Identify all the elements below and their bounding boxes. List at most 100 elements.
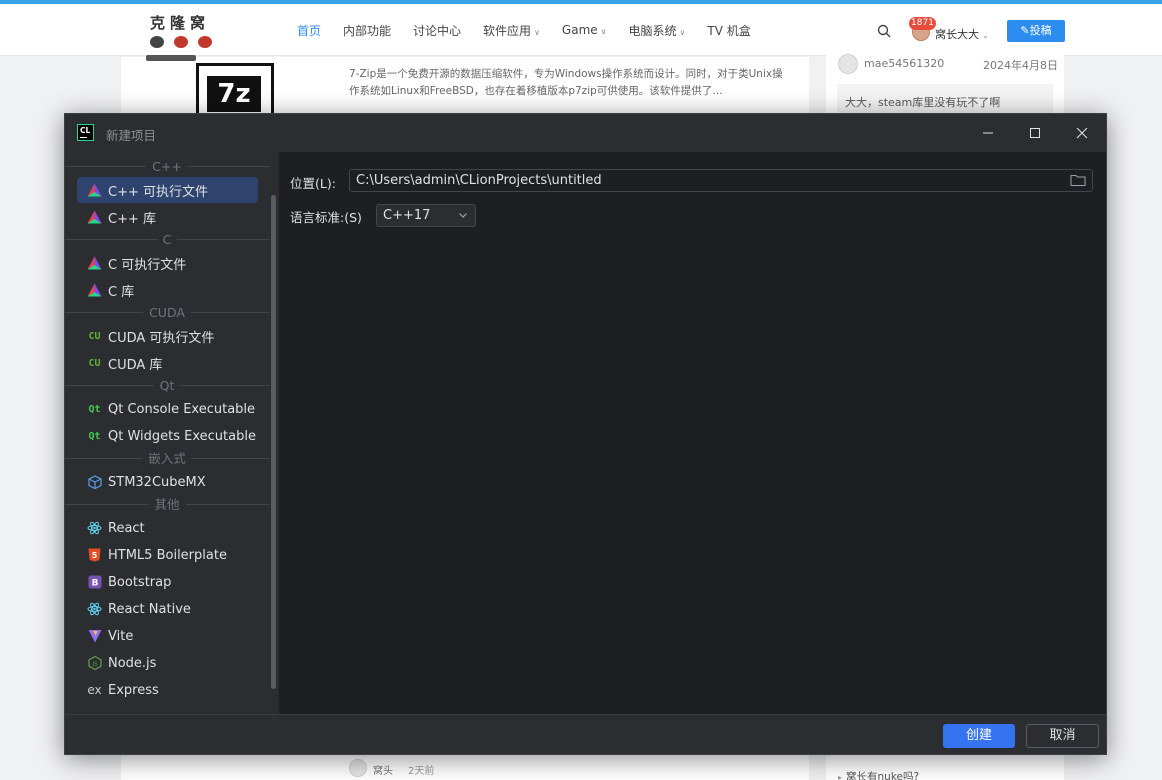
language-standard-label: 语言标准:(S) <box>290 210 362 225</box>
chevron-down-icon: ⌄ <box>982 31 989 40</box>
user-menu[interactable]: 窝长大大 ⌄ <box>935 26 989 42</box>
category-header: 其他 <box>65 496 269 513</box>
site-nav: 首页 内部功能 讨论中心 软件应用 ∨ Game ∨ 电脑系统 ∨ TV 机盒 <box>286 4 762 56</box>
minimize-button[interactable] <box>965 114 1011 152</box>
nav-item[interactable]: 软件应用 ∨ <box>483 22 540 39</box>
project-type-item[interactable]: JS Node.js <box>77 650 258 676</box>
react-icon <box>87 521 102 536</box>
project-type-label: C++ 库 <box>108 211 156 227</box>
article-thumbnail[interactable]: 7z <box>196 63 274 115</box>
category-label: C++ <box>146 159 188 174</box>
project-type-label: Node.js <box>108 655 157 671</box>
project-type-item[interactable]: ex Express <box>77 677 258 703</box>
project-type-label: React Native <box>108 601 191 617</box>
project-type-item[interactable]: CU CUDA 库 <box>77 350 258 376</box>
create-button[interactable]: 创建 <box>943 724 1015 748</box>
project-type-label: CUDA 库 <box>108 357 163 373</box>
project-type-item[interactable]: C 库 <box>77 277 258 303</box>
project-type-label: C 可执行文件 <box>108 257 187 273</box>
project-type-item[interactable]: Qt Qt Console Executable <box>77 396 258 422</box>
post-button[interactable]: ✎投稿 <box>1007 20 1065 42</box>
project-type-item[interactable]: C++ 可执行文件 <box>77 177 258 203</box>
category-label: 嵌入式 <box>142 451 192 466</box>
project-type-item[interactable]: React <box>77 515 258 541</box>
nav-item-label: TV 机盒 <box>707 23 751 38</box>
comment-date: 2024年4月8日 <box>983 59 1058 72</box>
cancel-button[interactable]: 取消 <box>1026 724 1099 748</box>
category-label: CUDA <box>143 305 191 320</box>
article-excerpt[interactable]: 7-Zip是一个免费开源的数据压缩软件，专为Windows操作系统而设计。同时，… <box>349 66 789 100</box>
clion-triangle-icon <box>87 183 102 198</box>
project-type-item[interactable]: STM32CubeMX <box>77 469 258 495</box>
project-type-item[interactable]: Vite <box>77 623 258 649</box>
project-type-label: C 库 <box>108 284 135 300</box>
project-type-label: HTML5 Boilerplate <box>108 547 227 563</box>
dialog-footer: 创建 取消 <box>65 714 1106 754</box>
edit-icon: ✎ <box>1020 24 1030 37</box>
nav-item[interactable]: 电脑系统 ∨ <box>629 22 686 39</box>
app-icon-text: CL <box>80 126 91 135</box>
bootstrap-icon: B <box>87 575 102 590</box>
maximize-icon <box>1030 128 1040 138</box>
location-label: 位置(L): <box>290 176 336 191</box>
folder-icon[interactable] <box>1070 173 1086 187</box>
project-type-item[interactable]: C++ 库 <box>77 204 258 230</box>
nav-item[interactable]: 讨论中心 <box>413 22 461 39</box>
nav-item-label: 内部功能 <box>343 23 392 38</box>
project-type-item[interactable]: CU CUDA 可执行文件 <box>77 323 258 349</box>
avatar <box>838 54 858 74</box>
nav-item[interactable]: TV 机盒 <box>707 22 750 39</box>
site-logo-text: 克隆窝 <box>150 14 211 32</box>
bug-icon <box>150 36 164 48</box>
post-author[interactable]: 窝头 <box>373 762 393 777</box>
project-type-label: Qt Console Executable <box>108 401 256 417</box>
category-header: Qt <box>65 377 269 394</box>
project-type-label: C++ 可执行文件 <box>108 184 208 200</box>
project-settings-panel: 位置(L): C:\Users\admin\CLionProjects\unti… <box>279 152 1106 714</box>
chevron-down-icon: ∨ <box>534 27 540 37</box>
bug-icon <box>198 36 212 48</box>
nav-item-label: 首页 <box>297 23 322 38</box>
category-label: C <box>156 232 178 247</box>
project-type-item[interactable]: B Bootstrap <box>77 569 258 595</box>
project-type-label: Vite <box>108 628 134 644</box>
clion-triangle-icon <box>87 256 102 271</box>
nav-item[interactable]: 首页 <box>297 22 321 39</box>
nav-item-label: Game <box>561 23 598 37</box>
sidebar-link[interactable]: ▸ 窝长有nuke吗? <box>838 769 919 780</box>
project-type-label: React <box>108 520 145 536</box>
nav-item[interactable]: Game ∨ <box>562 23 607 37</box>
project-type-item[interactable]: C 可执行文件 <box>77 250 258 276</box>
comment-text[interactable]: 大大，steam库里没有玩不了啊 <box>837 84 1053 114</box>
nav-item[interactable]: 内部功能 <box>343 22 391 39</box>
react-icon <box>87 602 102 617</box>
dialog-titlebar[interactable]: CL 新建项目 <box>65 114 1106 152</box>
svg-text:JS: JS <box>91 662 98 668</box>
location-input[interactable]: C:\Users\admin\CLionProjects\untitled <box>349 169 1093 192</box>
cuda-icon: CU <box>88 357 101 369</box>
project-type-label: Express <box>108 682 159 698</box>
project-type-list[interactable]: C++ C++ 可执行文件 C++ 库C C 可执行文件 C 库 CUDA CU CUDA 可… <box>65 152 279 714</box>
chevron-down-icon: ∨ <box>600 27 607 36</box>
maximize-button[interactable] <box>1012 114 1058 152</box>
scrollbar[interactable] <box>271 195 276 689</box>
site-logo[interactable]: 克隆窝 <box>148 10 218 52</box>
post-button-label: 投稿 <box>1029 24 1052 37</box>
nav-item-label: 讨论中心 <box>413 23 462 38</box>
comment-user[interactable]: mae54561320 <box>864 57 944 70</box>
clion-app-icon: CL <box>77 124 94 141</box>
project-type-item[interactable]: Qt Qt Widgets Executable <box>77 423 258 449</box>
project-type-item[interactable]: 5 HTML5 Boilerplate <box>77 542 258 568</box>
close-button[interactable] <box>1059 114 1105 152</box>
chevron-down-icon <box>459 213 467 218</box>
project-type-item[interactable]: React Native <box>77 596 258 622</box>
cuda-icon: CU <box>88 330 101 342</box>
notification-badge[interactable]: 1871 <box>909 17 936 30</box>
language-standard-select[interactable]: C++17 <box>376 204 476 227</box>
arrow-right-icon: ▸ <box>838 773 843 780</box>
project-type-label: STM32CubeMX <box>108 474 206 490</box>
sidebar-link-label: 窝长有nuke吗? <box>846 771 920 780</box>
minimize-icon <box>983 132 993 134</box>
search-icon[interactable] <box>877 24 891 38</box>
category-header: 嵌入式 <box>65 450 269 467</box>
